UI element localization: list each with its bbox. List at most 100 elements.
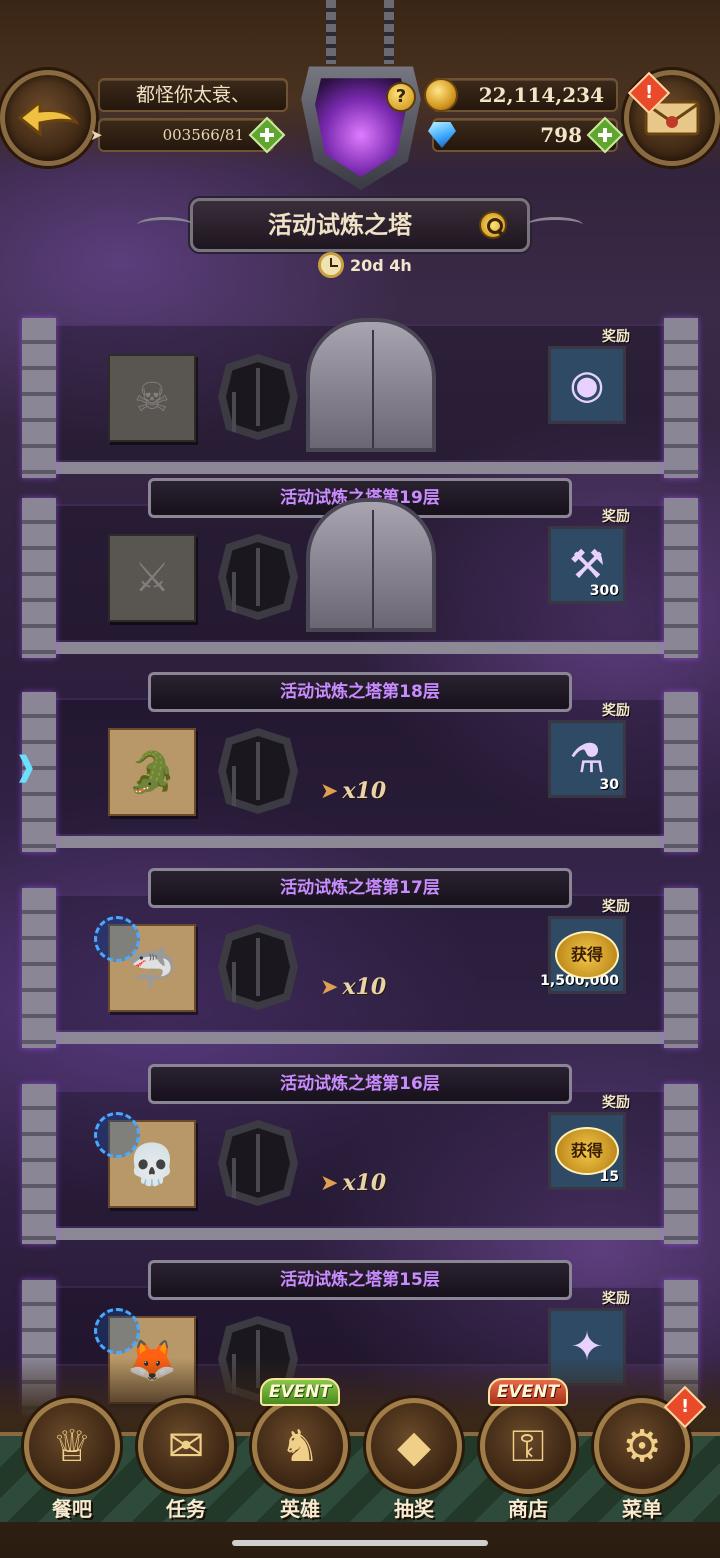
reward-box[interactable]: ◉ [548, 346, 626, 424]
nav-item-bar[interactable]: ♕ 餐吧 [20, 1374, 124, 1521]
reward-box[interactable]: ◎1,500,000获得 [540, 916, 626, 994]
hero-slot[interactable] [218, 1120, 298, 1206]
clock-icon [318, 252, 344, 278]
cleared-stamp-icon [94, 1112, 140, 1158]
anvil-icon: ⚒ [569, 542, 605, 588]
add-gems-button[interactable] [586, 116, 624, 154]
floor-label: 活动试炼之塔第18层 [280, 682, 440, 702]
floor-label: 活动试炼之塔第15层 [280, 1270, 440, 1290]
potion-icon: ⚗ [569, 736, 605, 782]
nav-item-crystal[interactable]: ◆ 抽奖 [362, 1374, 466, 1521]
nav-label: 餐吧 [52, 1497, 92, 1521]
timer-text: 20d 4h [350, 255, 412, 275]
crystal-icon: ◆ [366, 1398, 462, 1494]
back-arrow-icon [17, 98, 80, 138]
hero-slot[interactable] [218, 534, 298, 620]
chain-left [326, 0, 336, 64]
floor-label-plaque: 活动试炼之塔第18层 [148, 672, 572, 712]
orb-icon: ◉ [569, 362, 605, 408]
cost-value: x10 [342, 974, 387, 1000]
help-button[interactable]: ? [386, 82, 416, 112]
event-timer: 20d 4h [318, 250, 412, 280]
floor-label-plaque: 活动试炼之塔第16层 [148, 1064, 572, 1104]
reward-label: 奖励 [602, 703, 630, 719]
reward-label: 奖励 [602, 329, 630, 345]
tower-floor-row[interactable]: 活动试炼之塔第15层🦊奖励✦ [22, 1260, 698, 1440]
helmet-icon: ♞ [252, 1398, 348, 1494]
winged-boot-icon: ➤ [320, 1170, 339, 1196]
cleared-stamp-icon [94, 1308, 140, 1354]
page-title: 活动试炼之塔 [268, 211, 412, 239]
nav-label: 菜单 [622, 1497, 662, 1521]
nav-label: 英雄 [280, 1497, 320, 1521]
bottom-nav: ♕ 餐吧 ✉ 任务 ♞ EVENT 英雄 ◆ 抽奖 ⚿ EVENT 商店 ⚙ 菜单 ! [0, 1358, 720, 1558]
locked-gate-icon [306, 318, 436, 452]
obtained-stamp: 获得 [555, 931, 619, 979]
quest-scroll-icon: ✉ [138, 1398, 234, 1494]
reward-count: 300 [589, 583, 619, 599]
hero-slot[interactable] [218, 924, 298, 1010]
hero-slot[interactable] [218, 728, 298, 814]
tower-floor-row[interactable]: 活动试炼之塔第17层🦈➤x10奖励◎1,500,000获得 [22, 868, 698, 1048]
tower-floor-row[interactable]: 活动试炼之塔第16层💀➤x10奖励▣15获得 [22, 1064, 698, 1244]
floor-label-plaque: 活动试炼之塔第17层 [148, 868, 572, 908]
diamond-icon [428, 122, 456, 148]
energy-value: 003566/81 [162, 126, 244, 144]
floor-label-plaque: 活动试炼之塔第15层 [148, 1260, 572, 1300]
event-tag: EVENT [260, 1378, 340, 1406]
cost-value: x10 [342, 1170, 387, 1196]
tower-floor-row[interactable]: 活动试炼之塔第18层 🐊 ➤ x10 奖励 ⚗ 30 [22, 672, 698, 852]
player-name: 都怪你太衰、 [135, 84, 250, 106]
reward-box[interactable]: ⚒ 300 [548, 526, 626, 604]
floor-label: 活动试炼之塔第16层 [280, 1074, 440, 1094]
winged-boot-icon: ➤ [320, 778, 339, 804]
tower-floor-row[interactable]: ☠ 奖励 ◉ [22, 298, 698, 478]
energy-plate: ➤ 003566/81 [90, 116, 286, 154]
banner-scroll-left [137, 217, 193, 233]
shop-icon: ⚿ [480, 1398, 576, 1494]
floor-cost: ➤ x10 [320, 974, 386, 1000]
cleared-stamp-icon [94, 916, 140, 962]
cost-value: x10 [342, 778, 387, 804]
locked-gate-icon [306, 498, 436, 632]
nav-label: 任务 [166, 1497, 206, 1521]
gold-plate: 22,114,234 [424, 78, 618, 112]
hooded-monster-icon[interactable]: ☠ [108, 354, 196, 442]
add-energy-button[interactable] [248, 116, 286, 154]
player-name-plate: 都怪你太衰、 [98, 78, 288, 112]
gold-coin-icon [424, 78, 458, 112]
current-floor-arrow-icon: ❱ [14, 750, 38, 783]
floor-cost: ➤ x10 [320, 1170, 386, 1196]
hero-slot[interactable] [218, 354, 298, 440]
event-tag: EVENT [488, 1378, 568, 1406]
chain-right [384, 0, 394, 64]
gem-plate: 798 [428, 116, 624, 154]
gold-value: 22,114,234 [478, 83, 604, 107]
nav-item-helmet[interactable]: ♞ EVENT 英雄 [248, 1374, 352, 1521]
armored-knight-icon[interactable]: ⚔ [108, 534, 196, 622]
tower-floor-row[interactable]: 活动试炼之塔第19层⚔奖励⚒300 [22, 478, 698, 658]
floor-label: 活动试炼之塔第17层 [280, 878, 440, 898]
reward-label: 奖励 [602, 1095, 630, 1111]
gem-value: 798 [540, 123, 582, 147]
home-indicator[interactable] [232, 1540, 488, 1546]
obtained-stamp: 获得 [555, 1127, 619, 1175]
reward-box[interactable]: ⚗ 30 [548, 720, 626, 798]
top-bar: 都怪你太衰、 ➤ 003566/81 ? 22,114,234 798 ! [0, 0, 720, 190]
back-button[interactable] [0, 70, 96, 166]
search-icon[interactable] [479, 211, 507, 239]
green-dragon-icon[interactable]: 🐊 [108, 728, 196, 816]
reward-count: 30 [599, 777, 619, 793]
nav-item-shop[interactable]: ⚿ EVENT 商店 [476, 1374, 580, 1521]
nav-label: 抽奖 [394, 1497, 434, 1521]
reward-label: 奖励 [602, 899, 630, 915]
reward-box[interactable]: ▣15获得 [548, 1112, 626, 1190]
bar-icon: ♕ [24, 1398, 120, 1494]
tower-title-banner: 活动试炼之塔 [137, 198, 583, 252]
nav-item-quest-scroll[interactable]: ✉ 任务 [134, 1374, 238, 1521]
reward-label: 奖励 [602, 509, 630, 525]
reward-label: 奖励 [602, 1291, 630, 1307]
nav-label: 商店 [508, 1497, 548, 1521]
banner-scroll-right [527, 217, 583, 233]
floor-cost: ➤ x10 [320, 778, 386, 804]
